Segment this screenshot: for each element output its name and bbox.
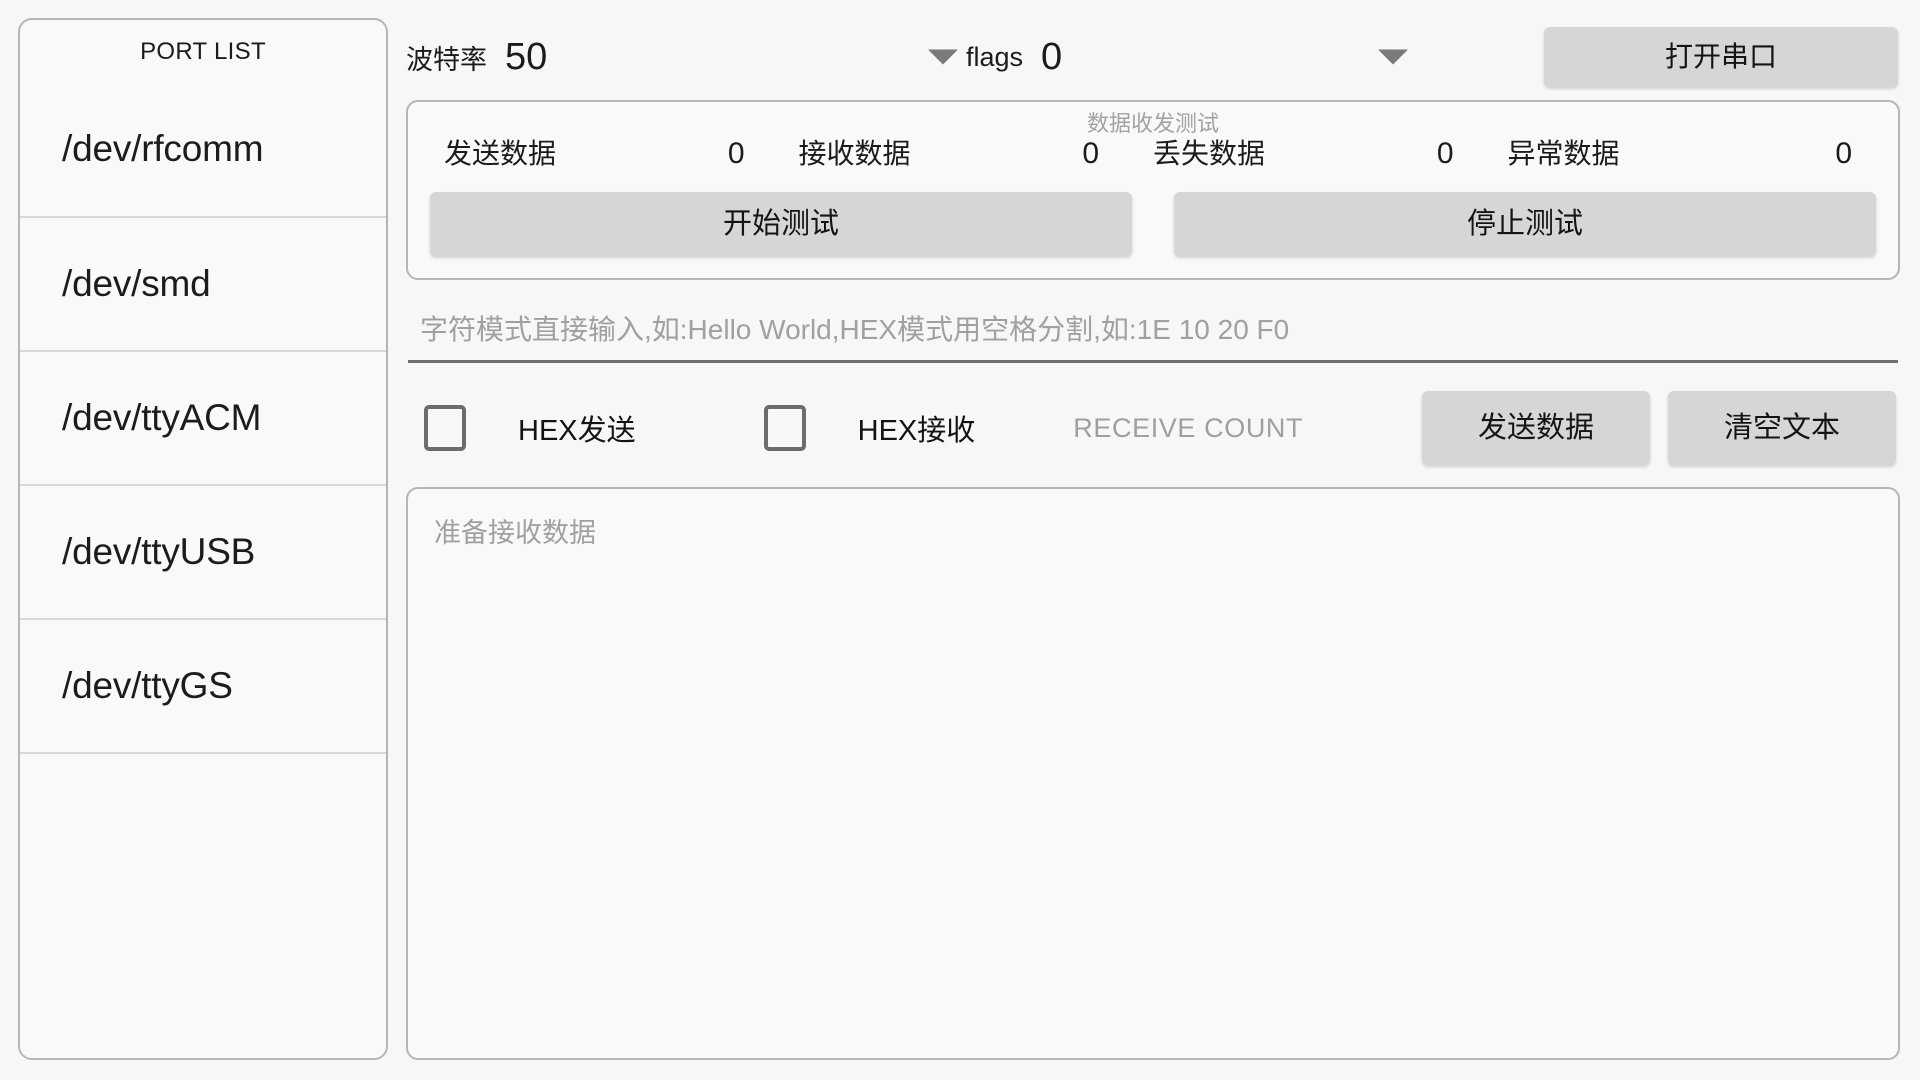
data-test-panel: 数据收发测试 发送数据 0 接收数据 0 丢失数据 0 异常数据 0 开始测试 … [406, 100, 1900, 280]
start-test-button[interactable]: 开始测试 [430, 192, 1132, 256]
hex-send-label: HEX发送 [518, 415, 636, 447]
port-list-panel: PORT LIST /dev/rfcomm /dev/smd /dev/ttyA… [18, 18, 388, 1060]
counter-value: 0 [1082, 137, 1099, 170]
flags-label: flags [966, 41, 1024, 72]
port-list-item[interactable]: /dev/ttyGS [20, 618, 386, 752]
test-button-row: 开始测试 停止测试 [430, 192, 1876, 256]
send-input-container [408, 310, 1898, 363]
port-list-title: PORT LIST [140, 38, 266, 65]
port-list-item[interactable]: /dev/rfcomm [20, 82, 386, 216]
counter-row: 发送数据 0 接收数据 0 丢失数据 0 异常数据 0 [430, 132, 1876, 172]
hex-receive-label: HEX接收 [857, 415, 976, 447]
baud-rate-value: 50 [505, 35, 548, 78]
counter-label: 发送数据 [444, 138, 557, 169]
baud-rate-label: 波特率 [406, 44, 487, 75]
counter-sent: 发送数据 0 [444, 132, 799, 172]
chevron-down-icon[interactable] [1378, 49, 1408, 65]
hex-send-checkbox[interactable] [424, 405, 466, 451]
data-test-panel-title: 数据收发测试 [1086, 111, 1219, 136]
main-content: 波特率 50 flags 0 打开串口 数据收发测试 发送数据 0 接收数据 0… [402, 18, 1904, 1060]
counter-received: 接收数据 0 [799, 132, 1154, 172]
port-list-item[interactable]: /dev/ttyACM [20, 350, 386, 484]
send-data-input[interactable] [420, 310, 1886, 350]
open-serial-port-button[interactable]: 打开串口 [1544, 27, 1898, 87]
counter-value: 0 [727, 137, 745, 170]
receive-data-area[interactable]: 准备接收数据 [406, 487, 1900, 1060]
chevron-down-icon[interactable] [928, 49, 958, 65]
send-data-button[interactable]: 发送数据 [1422, 391, 1650, 465]
clear-text-button[interactable]: 清空文本 [1668, 391, 1896, 465]
receive-count-label: RECEIVE COUNT [1073, 412, 1304, 443]
flags-selector[interactable]: flags 0 [966, 36, 1416, 79]
counter-value: 0 [1436, 137, 1454, 170]
flags-value: 0 [1041, 35, 1063, 78]
counter-label: 接收数据 [798, 138, 911, 169]
hex-receive-checkbox[interactable] [763, 405, 806, 451]
counter-lost: 丢失数据 0 [1153, 132, 1508, 172]
port-list-empty-space [20, 752, 386, 1058]
counter-label: 丢失数据 [1153, 138, 1266, 169]
app-root: PORT LIST /dev/rfcomm /dev/smd /dev/ttyA… [0, 0, 1920, 1080]
port-list-items: /dev/rfcomm /dev/smd /dev/ttyACM /dev/tt… [20, 82, 386, 752]
port-list-item[interactable]: /dev/ttyUSB [20, 484, 386, 618]
send-options-row: HEX发送 HEX接收 RECEIVE COUNT 发送数据 清空文本 [406, 391, 1900, 465]
receive-data-text: 准备接收数据 [434, 518, 596, 548]
connection-toolbar: 波特率 50 flags 0 打开串口 [402, 18, 1904, 96]
counter-value: 0 [1835, 137, 1852, 170]
baud-rate-selector[interactable]: 波特率 50 [406, 36, 966, 79]
stop-test-button[interactable]: 停止测试 [1174, 192, 1876, 256]
counter-label: 异常数据 [1507, 138, 1620, 169]
port-list-item[interactable]: /dev/smd [20, 216, 386, 350]
counter-error: 异常数据 0 [1508, 132, 1863, 172]
